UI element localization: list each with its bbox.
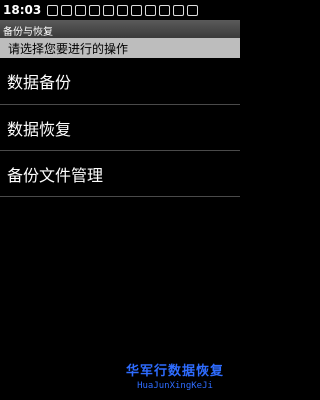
watermark: 华军行数据恢复 HuaJunXingKeJi <box>120 360 230 391</box>
prompt-text: 请选择您要进行的操作 <box>8 42 129 56</box>
alarm-icon <box>117 4 129 16</box>
sim-icon <box>61 4 73 16</box>
menu-label: 备份文件管理 <box>7 165 104 185</box>
battery-icon <box>187 4 199 16</box>
vibrate-icon <box>159 4 171 16</box>
sd-card-icon <box>89 4 101 16</box>
notification-icon <box>47 4 59 16</box>
download-icon <box>103 4 115 16</box>
menu-item-data-backup[interactable]: 数据备份 <box>0 58 240 105</box>
signal-icon <box>173 4 185 16</box>
check-icon <box>145 4 157 16</box>
menu-label: 数据恢复 <box>7 119 72 139</box>
status-icons <box>47 4 199 16</box>
operation-menu: 数据备份 数据恢复 备份文件管理 <box>0 58 240 197</box>
app-title-bar: 备份与恢复 <box>0 20 240 38</box>
usb-icon <box>75 4 87 16</box>
status-bar: 18:03 <box>0 0 240 20</box>
watermark-cn: 华军行数据恢复 <box>125 364 224 379</box>
watermark-en: HuaJunXingKeJi <box>137 381 213 391</box>
status-time: 18:03 <box>3 3 42 17</box>
menu-item-backup-file-management[interactable]: 备份文件管理 <box>0 151 240 197</box>
app-title: 备份与恢复 <box>3 27 53 38</box>
wifi-icon <box>131 4 143 16</box>
prompt-header: 请选择您要进行的操作 <box>0 38 240 58</box>
menu-item-data-restore[interactable]: 数据恢复 <box>0 105 240 151</box>
menu-label: 数据备份 <box>7 73 72 92</box>
